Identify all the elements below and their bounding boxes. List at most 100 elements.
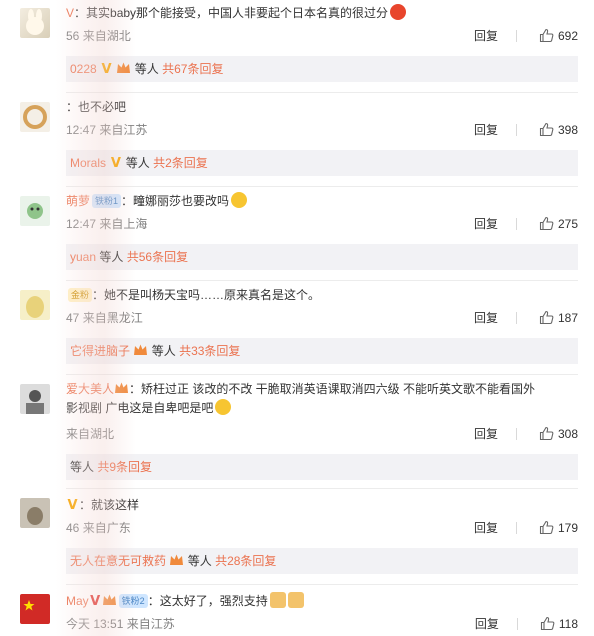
like-count: 692 [557, 29, 578, 43]
reply-button[interactable]: 回复 [474, 521, 498, 535]
reply-suffix: 等人 [134, 62, 159, 76]
like-button[interactable]: 398 [539, 122, 578, 138]
crown-badge-icon [133, 340, 148, 355]
thumbs-up-emoji-icon [269, 592, 286, 608]
reply-total[interactable]: 共33条回复 [179, 344, 240, 358]
crown-badge-icon [169, 550, 184, 565]
divider [515, 428, 517, 440]
comment-text-line: V：就该这样 [66, 496, 574, 515]
reply-button[interactable]: 回复 [474, 427, 498, 441]
laughing-emoji-icon [231, 192, 248, 208]
like-button[interactable]: 275 [539, 216, 578, 232]
reply-total[interactable]: 共28条回复 [215, 554, 276, 568]
thumbs-up-icon [539, 520, 554, 535]
divider [515, 522, 517, 534]
like-button[interactable]: 179 [539, 520, 578, 536]
avatar[interactable] [20, 498, 50, 528]
thumbs-up-emoji-icon [287, 592, 304, 608]
comment-text-line: ：也不必吧 [66, 98, 574, 117]
comment-actions: 回复 275 [474, 216, 578, 232]
reply-button[interactable]: 回复 [475, 617, 499, 631]
avatar[interactable] [20, 290, 50, 320]
divider [515, 30, 517, 42]
comment-username[interactable]: 爱大美人 [66, 382, 114, 396]
comment-time: 56 [66, 29, 80, 43]
reply-user[interactable]: 它得进脑子 [70, 344, 130, 358]
reply-summary[interactable]: 0228 V 等人 共67条回复 [66, 56, 578, 82]
reply-user[interactable]: Morals [70, 156, 106, 170]
comment-time: 46 [66, 521, 80, 535]
comment-meta: 12:47 来自江苏 [66, 122, 147, 138]
reply-button[interactable]: 回复 [474, 311, 498, 325]
comment-text: ：矫枉过正 该改的不改 干脆取消英语课取消四六级 不能听英文歌不能看国外 [129, 382, 536, 396]
comment-meta: 今天 13:51 来自江苏 [66, 616, 175, 632]
fan-badge: 金粉 [68, 288, 93, 302]
thumbs-up-icon [539, 216, 554, 231]
reply-suffix: 等人 [151, 344, 176, 358]
comment-location: 来自广东 [82, 521, 131, 535]
like-count: 308 [557, 427, 578, 441]
comment-meta: 12:47 来自上海 [66, 216, 147, 232]
divider [515, 124, 517, 136]
divider [66, 186, 578, 187]
reply-total[interactable]: 共2条回复 [153, 156, 208, 170]
thumbs-up-icon [539, 310, 554, 325]
reply-button[interactable]: 回复 [474, 217, 498, 231]
reply-user[interactable]: 无人在意无可救药 [70, 554, 166, 568]
thumbs-up-icon [540, 616, 555, 631]
reply-summary[interactable]: 等人 共9条回复 [66, 454, 578, 480]
comment-text-line: 金粉 ：她不是叫杨天宝吗……原来真名是这个。 [66, 286, 574, 305]
reply-total[interactable]: 共67条回复 [162, 62, 223, 76]
like-count: 398 [557, 123, 578, 137]
comment-username[interactable]: May [66, 594, 89, 608]
comment-username[interactable]: V [66, 6, 74, 20]
reply-suffix: 等人 [125, 156, 150, 170]
like-count: 118 [558, 617, 578, 631]
like-button[interactable]: 187 [539, 310, 578, 326]
comment-actions: 回复 179 [474, 520, 578, 536]
avatar[interactable] [20, 102, 50, 132]
like-button[interactable]: 308 [539, 426, 578, 442]
reply-button[interactable]: 回复 [474, 29, 498, 43]
thumbs-up-icon [539, 28, 554, 43]
reply-total[interactable]: 共56条回复 [127, 250, 188, 264]
comment-location: 来自湖北 [82, 29, 131, 43]
reply-summary[interactable]: 无人在意无可救药 等人 共28条回复 [66, 548, 578, 574]
reply-button[interactable]: 回复 [474, 123, 498, 137]
reply-user[interactable]: 0228 [70, 62, 97, 76]
like-button[interactable]: 118 [540, 616, 578, 632]
comment-location: 来自湖北 [66, 427, 115, 441]
reply-summary[interactable]: yuan 等人 共56条回复 [66, 244, 578, 270]
comment-actions: 回复 398 [474, 122, 578, 138]
avatar[interactable] [20, 384, 50, 414]
like-button[interactable]: 692 [539, 28, 578, 44]
reply-summary[interactable]: Morals V 等人 共2条回复 [66, 150, 578, 176]
reply-user[interactable]: yuan [70, 250, 96, 264]
comment-text: ：她不是叫杨天宝吗……原来真名是这个。 [92, 288, 321, 302]
comment-text-line: 萌萝 铁粉1 ：疃娜丽莎也要改吗 [66, 192, 574, 211]
avatar[interactable] [20, 8, 50, 38]
avatar[interactable] [20, 196, 50, 226]
avatar[interactable] [20, 594, 50, 624]
divider [66, 374, 578, 375]
comment-meta: 47 来自黑龙江 [66, 310, 143, 326]
reply-suffix: 等人 [187, 554, 212, 568]
divider [515, 312, 517, 324]
reply-suffix: 等人 [99, 250, 124, 264]
reply-total[interactable]: 共9条回复 [97, 460, 152, 474]
comment-text: ：就该这样 [79, 498, 140, 512]
crown-badge-icon [114, 381, 129, 395]
comment-actions: 回复 187 [474, 310, 578, 326]
comment-username[interactable]: 萌萝 [66, 194, 90, 208]
reply-summary[interactable]: 它得进脑子 等人 共33条回复 [66, 338, 578, 364]
fan-badge: 铁粉1 [92, 194, 122, 208]
angry-emoji-icon [390, 4, 407, 20]
comment-location: 来自江苏 [126, 617, 175, 631]
comment-actions: 回复 118 [475, 616, 578, 632]
divider [66, 280, 578, 281]
like-count: 187 [557, 311, 578, 325]
comment-text: ：这太好了，强烈支持 [147, 594, 268, 608]
vip-v-icon: V [67, 498, 78, 513]
vip-v-icon: V [110, 156, 121, 171]
comment-location: 来自江苏 [99, 123, 148, 137]
